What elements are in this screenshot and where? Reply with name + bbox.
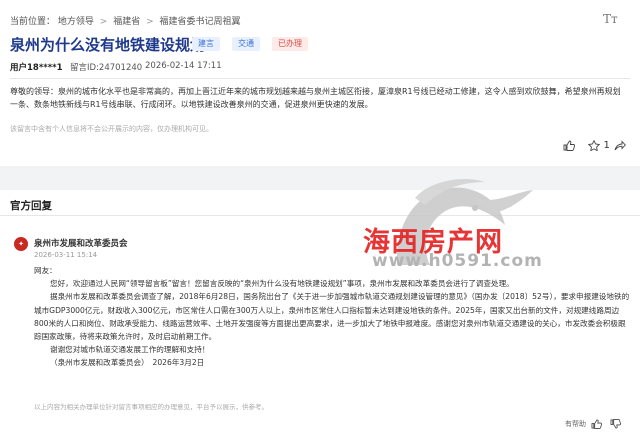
reply-section-title: 官方回复 [10,200,52,212]
thumbs-up-icon[interactable] [563,140,575,154]
reply-content: 网友： 您好，欢迎通过人民网“领导留言板”留言！您留言反映的“泉州为什么没有地铁… [34,264,630,370]
like-count: 1 [603,140,610,151]
message-body: 尊敬的领导：泉州的城市化水平也是非常高的，再加上晋江近年来的城市规划越来越与泉州… [10,87,621,109]
tag-traffic: 交通 [232,37,260,51]
reply-footer-note: 以上内容为相关办理单位针对留言事项相应的办理意见，平台予以展示，供参考。 [34,403,268,411]
reply-paragraph: 据泉州市发展和改革委员会调查了解，2018年6月28日，国务院出台了《关于进一步… [34,292,630,342]
helpful-label: 有帮助 [565,420,586,428]
divider [10,78,630,79]
share-icon[interactable] [614,140,626,154]
page-title: 泉州为什么没有地铁建设规划 [10,36,206,54]
helpful-button[interactable]: 有帮助 [565,419,622,429]
chevron-right-icon: > [99,17,108,27]
font-size-toggle-icon[interactable]: Tт [603,12,618,26]
chevron-right-icon: > [146,17,154,27]
reply-signature: （泉州市发展和改革委员会） 2026年3月2日 [50,358,205,368]
department-seal-icon: ✦ [14,237,28,251]
tag-suggestion: 建言 [192,37,220,51]
reply-greeting: 网友： [34,266,57,275]
message-id: 留言ID:24701240 [70,63,143,73]
status-badge: 已办理 [272,37,308,51]
message-card: 当前位置： 地方领导 > 福建省 > 福建省委书记周祖翼 Tт 泉州为什么没有地… [0,0,640,166]
thumbs-up-icon [591,419,603,429]
like-button[interactable]: 1 [587,139,610,154]
reply-paragraph: 您好，欢迎通过人民网“领导留言板”留言！您留言反映的“泉州为什么没有地铁建设规划… [50,279,514,289]
breadcrumb-item-leader[interactable]: 福建省委书记周祖翼 [160,17,241,27]
breadcrumb-item-province[interactable]: 福建省 [113,17,140,27]
breadcrumb: 当前位置： 地方领导 > 福建省 > 福建省委书记周祖翼 [10,14,241,27]
star-icon [587,139,601,152]
user-name: 用户18****1 [10,63,63,73]
reply-paragraph: 谢谢您对城市轨道交通发展工作的理解和支持！ [50,345,210,355]
thumbs-down-icon[interactable] [610,419,622,429]
reply-time: 2026-03-11 15:14 [34,251,98,259]
privacy-note: 该留言中含有个人信息将不会公开展示的内容，仅办理机构可见。 [10,125,213,133]
message-time: 2026-02-14 17:11 [145,61,222,71]
breadcrumb-label: 当前位置： [10,17,56,27]
breadcrumb-item-local-leaders[interactable]: 地方领导 [58,17,94,27]
department-name: 泉州市发展和改革委员会 [34,239,128,249]
